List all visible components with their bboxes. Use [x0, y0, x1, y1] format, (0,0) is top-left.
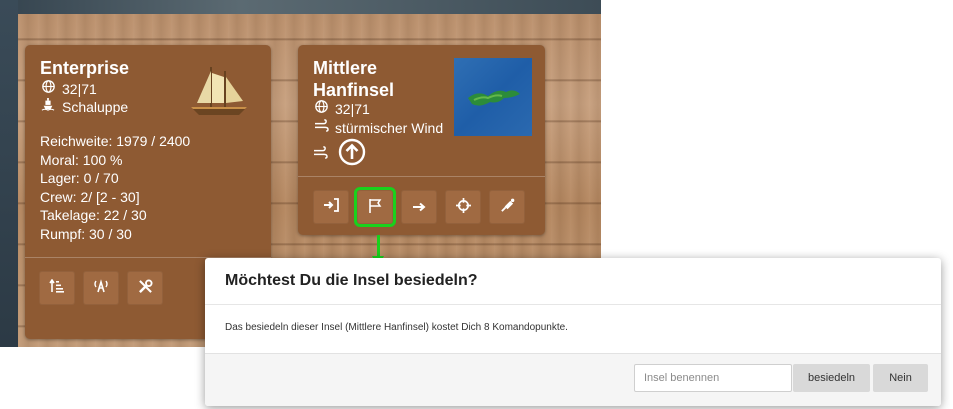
- sea-strip-left: [0, 0, 18, 347]
- sail-to-button[interactable]: [401, 190, 437, 224]
- stat-takelage: Takelage: 22 / 30: [40, 207, 147, 224]
- cancel-button[interactable]: Nein: [873, 364, 928, 392]
- island-name-input[interactable]: [634, 364, 792, 392]
- globe-icon: [40, 80, 56, 98]
- sign-in-icon: [323, 198, 339, 216]
- crosshairs-icon: [455, 197, 471, 217]
- spyglass-button[interactable]: [489, 190, 525, 224]
- sort-button[interactable]: [39, 271, 75, 305]
- stat-moral: Moral: 100 %: [40, 151, 123, 168]
- repair-button[interactable]: [127, 271, 163, 305]
- dialog-divider: [205, 304, 941, 305]
- island-wind-row: stürmischer Wind: [313, 119, 443, 137]
- wind-icon: [313, 145, 328, 164]
- ship-coords-row: 32|71: [40, 80, 97, 98]
- island-name-line1: Mittlere: [313, 58, 378, 78]
- stat-lager: Lager: 0 / 70: [40, 170, 119, 187]
- wind-direction-row: [313, 138, 366, 171]
- sea-strip: [0, 0, 601, 14]
- island-coords-row: 32|71: [313, 100, 370, 118]
- broadcast-icon: [92, 279, 110, 297]
- sort-amount-up-icon: [49, 278, 65, 297]
- ship-stats: Reichweite: 1979 / 2400 Moral: 100 % Lag…: [40, 132, 190, 244]
- ship-type-row: Schaluppe: [40, 98, 128, 116]
- dialog-body: Das besiedeln dieser Insel (Mittlere Han…: [225, 322, 568, 333]
- wind-icon: [313, 119, 329, 137]
- tools-icon: [138, 278, 153, 298]
- enter-button[interactable]: [313, 190, 349, 224]
- ship-icon: [40, 98, 56, 116]
- island-name-line2: Hanfinsel: [313, 80, 395, 100]
- ship-name: Enterprise: [40, 58, 130, 78]
- arrow-circle-up-icon: [338, 138, 366, 171]
- card-divider: [298, 176, 545, 177]
- ship-image: [185, 63, 253, 119]
- broadcast-button[interactable]: [83, 271, 119, 305]
- ship-coords: 32|71: [62, 81, 97, 97]
- settle-button[interactable]: [354, 187, 396, 227]
- settle-dialog: Möchtest Du die Insel besiedeln? Das bes…: [205, 258, 941, 406]
- spyglass-icon: [500, 198, 515, 217]
- arrow-right-icon: [412, 199, 426, 216]
- island-coords: 32|71: [335, 101, 370, 117]
- stat-crew: Crew: 2/ [2 - 30]: [40, 188, 140, 205]
- settle-confirm-button[interactable]: besiedeln: [793, 364, 870, 392]
- globe-icon: [313, 100, 329, 118]
- dialog-title: Möchtest Du die Insel besiedeln?: [225, 272, 478, 289]
- island-image: [454, 58, 532, 136]
- stat-rumpf: Rumpf: 30 / 30: [40, 225, 132, 242]
- island-name: Mittlere Hanfinsel: [313, 57, 394, 101]
- ship-type: Schaluppe: [62, 99, 129, 115]
- stat-reichweite: Reichweite: 1979 / 2400: [40, 133, 191, 149]
- target-button[interactable]: [445, 190, 481, 224]
- island-card: Mittlere Hanfinsel 32|71 stürmischer Win…: [298, 45, 545, 235]
- wind-label: stürmischer Wind: [335, 120, 444, 136]
- flag-icon: [368, 198, 382, 217]
